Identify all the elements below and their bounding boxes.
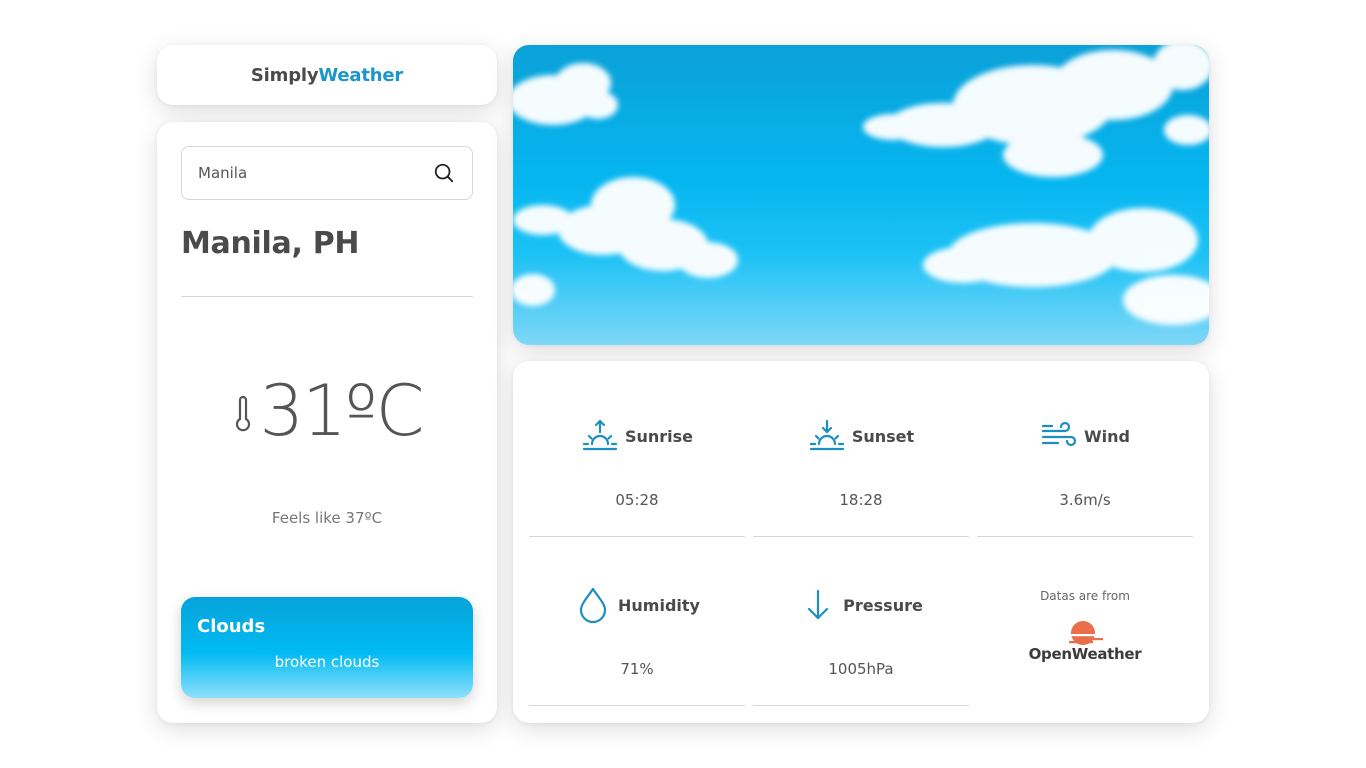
- app-logo[interactable]: SimplyWeather: [251, 65, 403, 86]
- temperature-row: 31ºC: [157, 370, 497, 452]
- detail-sunset: Sunset 18:28: [753, 369, 969, 537]
- city-name: Manila, PH: [181, 226, 360, 261]
- sunset-icon: [808, 417, 846, 455]
- condition-box: Clouds broken clouds: [181, 597, 473, 698]
- thermometer-icon: [232, 394, 254, 434]
- humidity-label: Humidity: [618, 595, 700, 615]
- temperature-value: 31ºC: [259, 370, 425, 452]
- credit-text: Datas are from: [1040, 589, 1130, 603]
- current-weather-card: Manila Manila, PH 31ºC Feels like 37ºC C…: [157, 122, 497, 723]
- sunset-value: 18:28: [839, 491, 883, 509]
- clouds-illustration: [513, 45, 1209, 325]
- sunrise-label: Sunrise: [624, 426, 694, 446]
- search-input[interactable]: Manila: [198, 164, 432, 182]
- pressure-label: Pressure: [843, 595, 923, 615]
- details-card: Sunrise 05:28 Sunset 18:28 Wind 3.6m/s H…: [513, 361, 1209, 723]
- sunrise-icon: [581, 417, 619, 455]
- search-icon[interactable]: [432, 161, 456, 185]
- wind-icon: [1040, 417, 1078, 455]
- sunset-label: Sunset: [851, 426, 915, 446]
- divider: [181, 296, 473, 297]
- detail-sunrise: Sunrise 05:28: [529, 369, 745, 537]
- humidity-drop-icon: [574, 586, 612, 624]
- divider: [529, 705, 745, 706]
- detail-pressure: Pressure 1005hPa: [753, 538, 969, 706]
- feels-like: Feels like 37ºC: [271, 509, 383, 527]
- openweather-name: OpenWeather: [1028, 645, 1142, 663]
- divider: [529, 536, 745, 537]
- pressure-value: 1005hPa: [828, 660, 894, 678]
- divider: [753, 705, 969, 706]
- detail-wind: Wind 3.6m/s: [977, 369, 1193, 537]
- detail-humidity: Humidity 71%: [529, 538, 745, 706]
- pressure-arrow-icon: [799, 586, 837, 624]
- condition-title: Clouds: [197, 616, 266, 637]
- sunrise-value: 05:28: [615, 491, 659, 509]
- wind-value: 3.6m/s: [1059, 491, 1111, 509]
- logo-simply: Simply: [250, 64, 319, 86]
- divider: [753, 536, 969, 537]
- sky-image: [513, 45, 1209, 345]
- search-box[interactable]: Manila: [181, 146, 473, 200]
- logo-card: SimplyWeather: [157, 45, 497, 105]
- wind-label: Wind: [1084, 426, 1130, 446]
- openweather-logo[interactable]: OpenWeather: [977, 619, 1193, 663]
- condition-description: broken clouds: [274, 653, 380, 671]
- divider: [977, 536, 1193, 537]
- humidity-value: 71%: [620, 660, 654, 678]
- logo-weather: Weather: [318, 64, 404, 86]
